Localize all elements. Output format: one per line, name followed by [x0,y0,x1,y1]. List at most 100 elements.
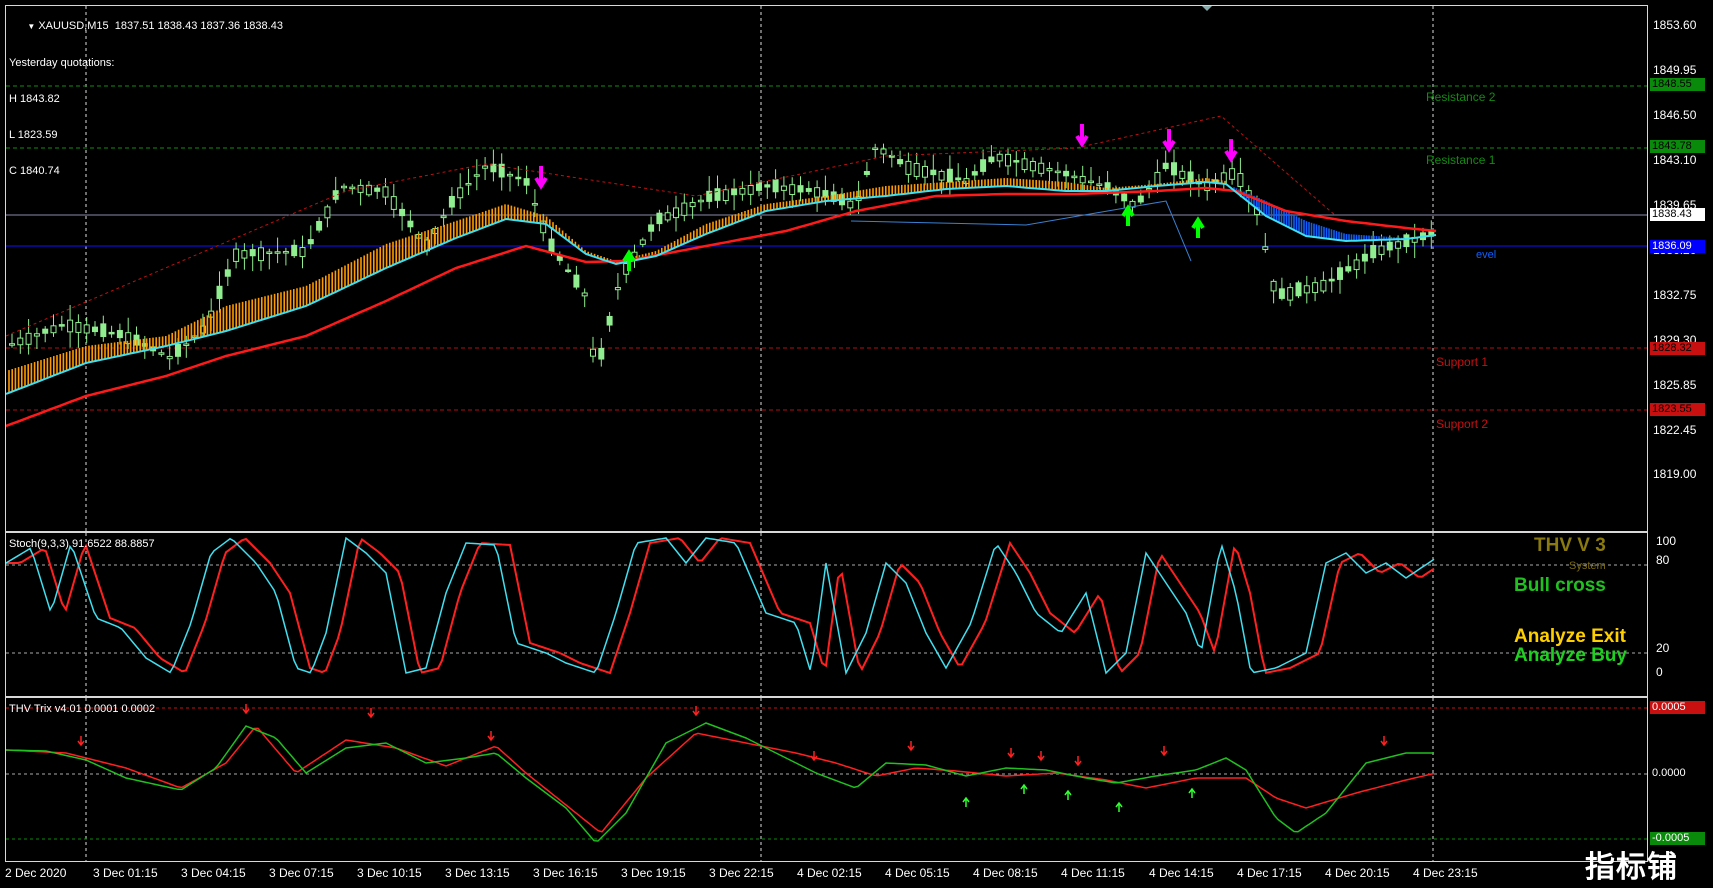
candle-body [324,206,331,219]
candle-body [1088,180,1094,184]
trend-line [850,200,1192,262]
time-tick-label: 3 Dec 19:15 [621,866,686,880]
candle-body [938,170,945,181]
resistance-1-label: Resistance 1 [1426,153,1496,167]
candle-body [1054,170,1061,174]
trix-canvas[interactable] [6,698,1647,861]
time-tick-label: 3 Dec 01:15 [93,866,158,880]
candle-body [648,224,655,232]
time-tick-label: 3 Dec 07:15 [269,866,334,880]
candle-body [75,322,82,333]
candle-body [249,249,256,257]
candle-body [664,212,671,221]
candle-body [1345,266,1352,272]
candle-body [67,319,74,333]
price-chart-panel[interactable]: ▼ XAUUSD,M15 1837.51 1838.43 1837.36 183… [5,5,1648,532]
candle-body [274,251,281,254]
candle-body [17,337,24,346]
candle-body [606,315,613,326]
candle-body [224,269,231,277]
yesterday-title: Yesterday quotations: [9,57,115,69]
candle-body [1137,195,1144,203]
candle-body [1320,279,1327,292]
candle-body [291,244,298,257]
candle-body [913,163,920,177]
candle-body [1262,246,1269,250]
candle-body [1237,173,1244,187]
trix-up-arrow-icon [1064,789,1072,800]
candle-body [1270,280,1277,292]
candle-body [1370,245,1377,259]
candle-body [1278,288,1285,299]
candle-body [1096,183,1103,186]
candle-body [897,159,904,165]
price-tick-label: 1825.85 [1653,378,1697,392]
time-axis[interactable]: 2 Dec 2020 3 Dec 01:15 3 Dec 04:15 3 Dec 07… [5,862,1646,888]
buy-arrow-icon [1191,216,1205,238]
price-tick-label: 1846.50 [1653,108,1697,122]
candle-body [1337,267,1343,280]
candle-body [1179,170,1186,179]
sell-arrow-icon [1224,139,1238,163]
candle-body [1328,278,1335,282]
trix-main-line [6,722,1434,842]
stochastic-canvas[interactable] [6,533,1647,696]
candle-body [465,182,472,186]
candle-body [258,247,264,262]
time-tick-label: 4 Dec 14:15 [1149,866,1214,880]
orange-ribbon [8,178,1226,393]
red-moving-average [6,186,1437,428]
candle-body [1229,168,1236,180]
dropdown-triangle-icon[interactable]: ▼ [27,22,35,31]
price-chart-canvas[interactable] [6,6,1647,531]
yesterday-low: L 1823.59 [9,129,58,141]
candle-body [1071,175,1078,179]
zigzag-line [6,115,1337,337]
trix-level-tag: 0.0000 [1650,767,1705,780]
candle-body [357,184,364,193]
time-tick-label: 2 Dec 2020 [5,866,67,880]
candle-body [922,165,928,178]
candle-body [183,343,190,346]
candle-body [399,208,406,217]
price-tick-label: 1843.10 [1653,153,1697,167]
candle-body [905,160,912,175]
time-tick-label: 3 Dec 04:15 [181,866,246,880]
candle-body [1029,161,1036,172]
candle-body [697,199,704,203]
level-label: evel [1476,249,1497,261]
candle-body [216,285,223,299]
stochastic-panel[interactable]: Stoch(9,3,3) 91.6522 88.8857 THV V 3 Sys… [5,532,1648,697]
candle-body [581,292,588,297]
trix-down-arrow-icon [1160,746,1168,757]
trix-signal-line [6,727,1435,833]
trix-down-arrow-icon [487,731,495,742]
support-1-label: Support 1 [1436,355,1489,369]
candle-body [266,251,273,254]
scroll-marker-icon [1202,6,1212,11]
candle-body [1046,167,1053,172]
candle-body [847,200,854,209]
stoch-axis-label: 80 [1656,553,1670,567]
candle-body [1312,282,1319,294]
candle-body [100,323,107,338]
price-tick-label: 1849.95 [1653,63,1697,77]
sell-arrow-icon [1162,129,1176,153]
time-tick-label: 4 Dec 05:15 [885,866,950,880]
trix-down-arrow-icon [1037,751,1045,762]
candle-body [681,202,688,216]
candle-body [805,188,812,192]
time-tick-label: 4 Dec 11:15 [1061,866,1125,880]
candle-body [1303,285,1310,294]
candle-body [1021,158,1028,171]
trix-up-arrow-icon [962,796,970,807]
price-tick-label: 1853.60 [1653,18,1697,32]
candle-body [656,212,663,225]
price-tick-label: 1819.00 [1653,467,1697,481]
candle-body [872,147,879,151]
trix-panel[interactable]: THV Trix v4.01 0.0001 0.0002 [5,697,1648,862]
candle-body [507,173,513,177]
price-tick-label: 1822.45 [1653,423,1697,437]
candle-body [797,185,804,193]
stoch-axis-label: 0 [1656,665,1663,679]
